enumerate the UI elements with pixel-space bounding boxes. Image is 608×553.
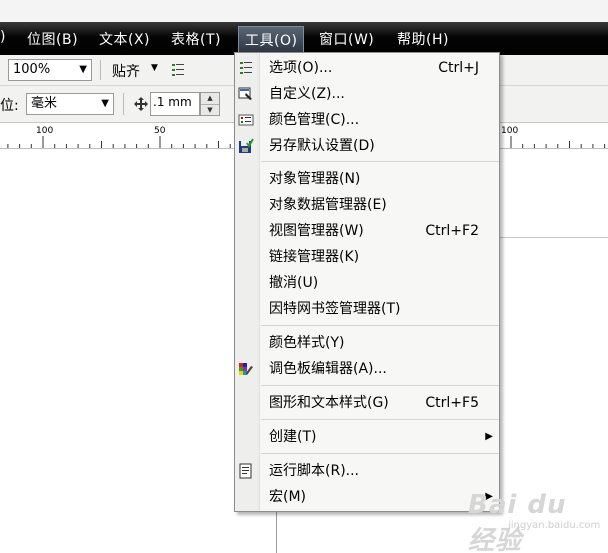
menu-option-customize[interactable]: 自定义(Z)...	[235, 81, 499, 107]
menu-option-undo[interactable]: 撤消(U)	[235, 270, 499, 296]
menu-option-label: 因特网书签管理器(T)	[269, 301, 401, 317]
menu-option-object-manager[interactable]: 对象管理器(N)	[235, 166, 499, 192]
color-management-icon	[238, 114, 254, 126]
spin-up-icon[interactable]: ▲	[201, 93, 219, 105]
menu-option-link-manager[interactable]: 链接管理器(K)	[235, 244, 499, 270]
menu-separator	[261, 453, 499, 454]
snap-options-icon[interactable]	[170, 62, 186, 78]
nudge-distance-value: .1 mm	[153, 95, 192, 109]
menu-bar: ) 位图(B) 文本(X) 表格(T) 工具(O) 窗口(W) 帮助(H)	[0, 22, 608, 55]
tools-menu-dropdown: 选项(O)... Ctrl+J 自定义(Z)... 颜色管理(C)... 另存默…	[234, 52, 500, 512]
menu-item-partial[interactable]: )	[0, 29, 6, 45]
save-defaults-icon	[239, 138, 254, 153]
units-combo[interactable]: 毫米 ▼	[26, 93, 114, 115]
menu-bitmap[interactable]: 位图(B)	[27, 29, 78, 49]
menu-option-label: 撤消(U)	[269, 275, 319, 291]
chevron-down-icon: ▼	[79, 64, 87, 75]
unit-label: 位:	[0, 98, 19, 114]
menu-text[interactable]: 文本(X)	[99, 29, 150, 49]
watermark-subtext: jingyan.baidu.com	[508, 520, 601, 531]
window-top-edge	[0, 0, 608, 22]
menu-option-object-data-manager[interactable]: 对象数据管理器(E)	[235, 192, 499, 218]
menu-option-label: 链接管理器(K)	[269, 249, 360, 265]
menu-option-palette-editor[interactable]: 调色板编辑器(A)...	[235, 356, 499, 382]
customize-icon	[238, 87, 252, 100]
menu-option-label: 选项(O)...	[269, 60, 333, 76]
menu-option-shortcut: Ctrl+F5	[425, 395, 479, 411]
menu-option-label: 运行脚本(R)...	[269, 463, 360, 479]
menu-option-label: 图形和文本样式(G)	[269, 395, 389, 411]
ruler-label: 50	[154, 126, 166, 136]
menu-option-options[interactable]: 选项(O)... Ctrl+J	[235, 55, 499, 81]
palette-editor-icon	[239, 363, 253, 375]
menu-option-label: 调色板编辑器(A)...	[269, 361, 387, 377]
menu-separator	[261, 325, 499, 326]
run-script-icon	[239, 463, 252, 479]
spin-down-icon[interactable]: ▼	[201, 105, 219, 116]
menu-option-label: 创建(T)	[269, 429, 317, 445]
nudge-spinner[interactable]: ▲ ▼	[200, 92, 220, 116]
menu-option-view-manager[interactable]: 视图管理器(W) Ctrl+F2	[235, 218, 499, 244]
menu-option-save-defaults[interactable]: 另存默认设置(D)	[235, 133, 499, 159]
menu-tools[interactable]: 工具(O)	[238, 26, 305, 54]
menu-option-internet-bookmark-manager[interactable]: 因特网书签管理器(T)	[235, 296, 499, 322]
baidu-watermark: Bai du 经验 jingyan.baidu.com	[468, 490, 600, 553]
menu-separator	[261, 161, 499, 162]
menu-option-label: 对象管理器(N)	[269, 171, 361, 187]
menu-option-label: 颜色样式(Y)	[269, 335, 345, 351]
menu-option-label: 视图管理器(W)	[269, 223, 364, 239]
menu-option-label: 对象数据管理器(E)	[269, 197, 387, 213]
ruler-label: 100	[501, 126, 519, 136]
zoom-level-combo[interactable]: 100% ▼	[8, 59, 92, 81]
ruler-label: 100	[36, 126, 54, 136]
menu-option-color-styles[interactable]: 颜色样式(Y)	[235, 330, 499, 356]
menu-table[interactable]: 表格(T)	[171, 29, 221, 49]
app-window: ) 位图(B) 文本(X) 表格(T) 工具(O) 窗口(W) 帮助(H) 10…	[0, 0, 608, 553]
menu-separator	[261, 385, 499, 386]
nudge-distance-field[interactable]: .1 mm	[150, 92, 200, 116]
menu-option-graphic-text-styles[interactable]: 图形和文本样式(G) Ctrl+F5	[235, 390, 499, 416]
snap-to-button[interactable]: 贴齐	[112, 61, 140, 81]
menu-option-label: 另存默认设置(D)	[269, 138, 375, 154]
menu-option-label: 自定义(Z)...	[269, 86, 345, 102]
chevron-down-icon: ▼	[101, 98, 109, 109]
nudge-move-icon	[134, 97, 148, 111]
menu-option-color-management[interactable]: 颜色管理(C)...	[235, 107, 499, 133]
menu-window[interactable]: 窗口(W)	[319, 29, 374, 49]
menu-option-label: 宏(M)	[269, 489, 307, 505]
menu-option-label: 颜色管理(C)...	[269, 112, 360, 128]
menu-help[interactable]: 帮助(H)	[397, 29, 449, 49]
menu-separator	[261, 419, 499, 420]
menu-option-shortcut: Ctrl+J	[438, 60, 479, 76]
units-value: 毫米	[31, 96, 58, 111]
snap-dropdown-icon[interactable]: ▼	[151, 63, 158, 73]
submenu-arrow-icon: ▶	[485, 431, 493, 442]
toolbar-divider	[100, 60, 101, 80]
menu-option-macros[interactable]: 宏(M) ▶	[235, 484, 499, 510]
zoom-level-value: 100%	[13, 62, 51, 77]
menu-option-create[interactable]: 创建(T) ▶	[235, 424, 499, 450]
toolbar-divider	[123, 93, 124, 115]
options-icon	[240, 62, 252, 74]
menu-option-run-script[interactable]: 运行脚本(R)...	[235, 458, 499, 484]
menu-option-shortcut: Ctrl+F2	[425, 223, 479, 239]
